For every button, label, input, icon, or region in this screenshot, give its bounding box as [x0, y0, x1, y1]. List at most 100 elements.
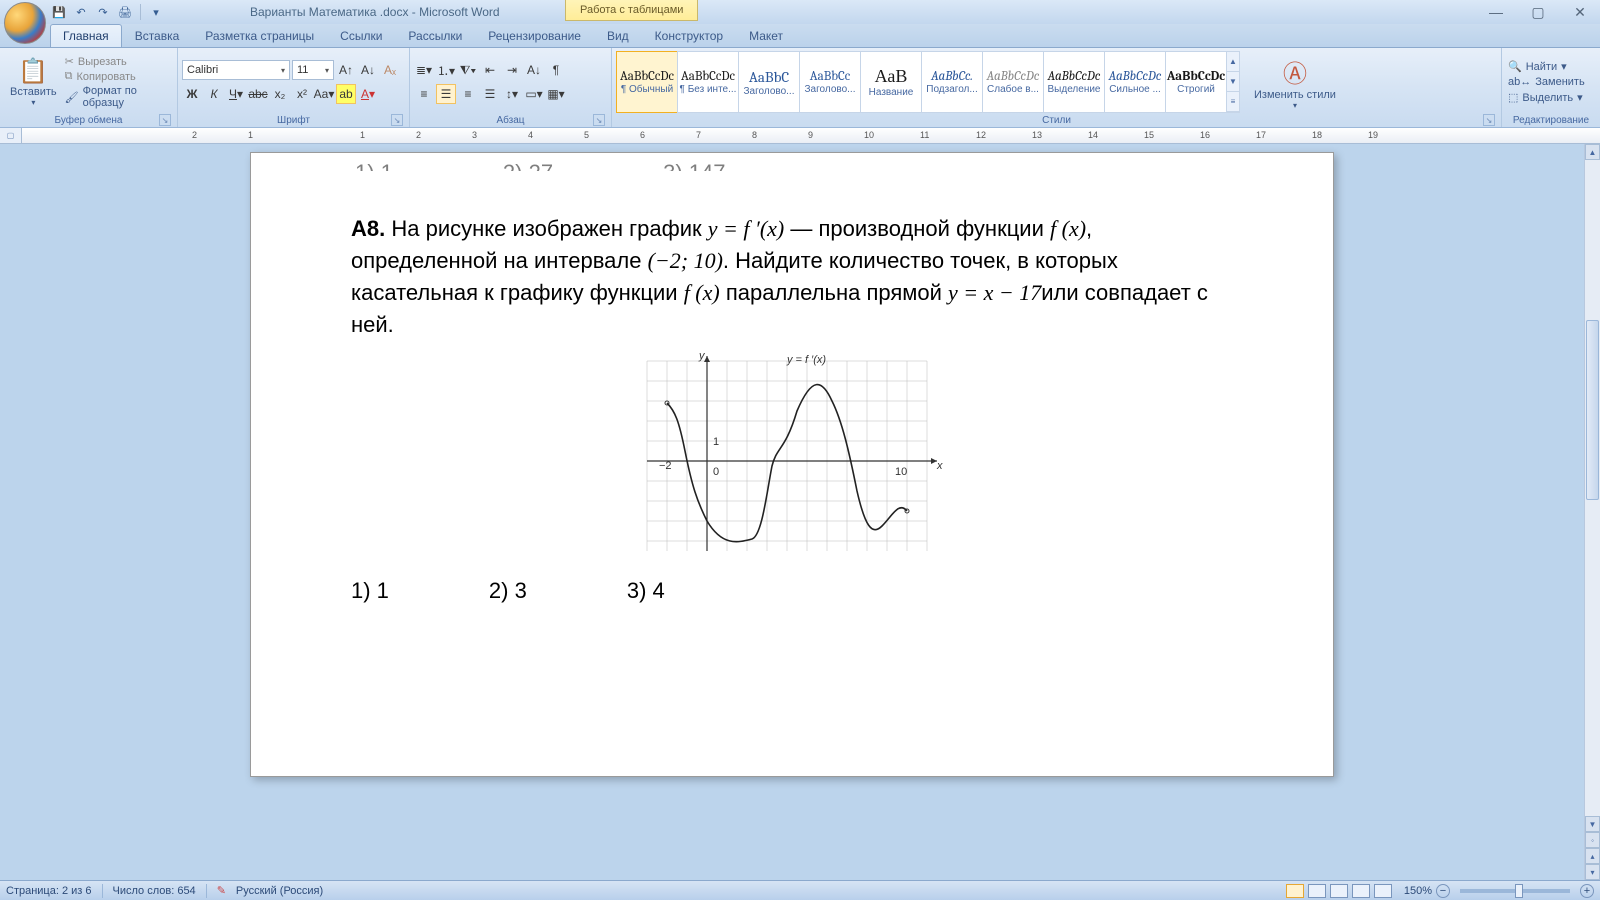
status-page[interactable]: Страница: 2 из 6: [6, 885, 92, 897]
styles-launcher[interactable]: ↘: [1483, 114, 1495, 126]
clear-format-button[interactable]: Aₓ: [380, 60, 400, 80]
tab-insert[interactable]: Вставка: [122, 24, 193, 47]
bullets-button[interactable]: ≣▾: [414, 60, 434, 80]
format-painter-button[interactable]: 🖌Формат по образцу: [65, 85, 173, 109]
style-subtle-emph[interactable]: AaBbCcDcСлабое в...: [982, 51, 1044, 113]
grow-font-button[interactable]: A↑: [336, 60, 356, 80]
styles-down-button[interactable]: ▼: [1227, 72, 1239, 92]
style-title[interactable]: АаВНазвание: [860, 51, 922, 113]
zoom-value[interactable]: 150%: [1404, 885, 1432, 897]
change-case-button[interactable]: Aa▾: [314, 84, 334, 104]
borders-button[interactable]: ▦▾: [546, 84, 566, 104]
minimize-button[interactable]: —: [1482, 4, 1510, 20]
font-launcher[interactable]: ↘: [391, 114, 403, 126]
ruler-corner[interactable]: ▢: [0, 128, 22, 143]
shrink-font-button[interactable]: A↓: [358, 60, 378, 80]
style-no-spacing[interactable]: AaBbCcDc¶ Без инте...: [677, 51, 739, 113]
italic-button[interactable]: К: [204, 84, 224, 104]
office-button[interactable]: [4, 2, 46, 44]
clipboard-launcher[interactable]: ↘: [159, 114, 171, 126]
undo-icon[interactable]: ↶: [72, 3, 90, 21]
save-icon[interactable]: 💾: [50, 3, 68, 21]
status-word-count[interactable]: Число слов: 654: [113, 885, 196, 897]
page: 1) 1 2) 27 3) 147 А8. На рисунке изображ…: [250, 152, 1334, 777]
tab-review[interactable]: Рецензирование: [475, 24, 594, 47]
tab-mailings[interactable]: Рассылки: [395, 24, 475, 47]
style-normal[interactable]: AaBbCcDc¶ Обычный: [616, 51, 678, 113]
tab-references[interactable]: Ссылки: [327, 24, 395, 47]
shading-button[interactable]: ▭▾: [524, 84, 544, 104]
scroll-up-button[interactable]: ▲: [1585, 144, 1600, 160]
view-full-reading[interactable]: [1308, 884, 1326, 898]
style-subtitle[interactable]: AaBbCc.Подзагол...: [921, 51, 983, 113]
styles-more-button[interactable]: ≡: [1227, 92, 1239, 112]
style-intense-emph[interactable]: AaBbCcDcСильное ...: [1104, 51, 1166, 113]
view-outline[interactable]: [1352, 884, 1370, 898]
strike-button[interactable]: abc: [248, 84, 268, 104]
zoom-slider[interactable]: [1460, 889, 1570, 893]
replace-button[interactable]: ab↔Заменить: [1506, 75, 1587, 89]
group-label-editing: Редактирование: [1506, 114, 1596, 127]
copy-button[interactable]: ⧉Копировать: [65, 70, 173, 83]
window-title: Варианты Математика .docx - Microsoft Wo…: [250, 5, 500, 19]
zoom-thumb[interactable]: [1515, 884, 1523, 898]
scroll-thumb[interactable]: [1586, 320, 1599, 500]
style-heading2[interactable]: AaBbCcЗаголово...: [799, 51, 861, 113]
cut-button[interactable]: ✂Вырезать: [65, 55, 173, 68]
highlight-button[interactable]: ab: [336, 84, 356, 104]
tab-page-layout[interactable]: Разметка страницы: [192, 24, 327, 47]
close-button[interactable]: ✕: [1566, 4, 1594, 20]
style-heading1[interactable]: AaBbCЗаголово...: [738, 51, 800, 113]
redo-icon[interactable]: ↷: [94, 3, 112, 21]
browse-object-button[interactable]: ◦: [1585, 832, 1600, 848]
next-page-button[interactable]: ▾: [1585, 864, 1600, 880]
align-center-button[interactable]: ☰: [436, 84, 456, 104]
multilevel-button[interactable]: ⧨▾: [458, 60, 478, 80]
brush-icon: 🖌: [65, 91, 79, 104]
horizontal-ruler[interactable]: 2112345678910111213141516171819: [22, 128, 1600, 143]
tab-home[interactable]: Главная: [50, 24, 122, 47]
maximize-button[interactable]: ▢: [1524, 4, 1552, 20]
page-content[interactable]: 1) 1 2) 27 3) 147 А8. На рисунке изображ…: [351, 153, 1233, 776]
select-button[interactable]: ⬚Выделить▾: [1506, 90, 1587, 105]
show-marks-button[interactable]: ¶: [546, 60, 566, 80]
indent-button[interactable]: ⇥: [502, 60, 522, 80]
line-spacing-button[interactable]: ↕▾: [502, 84, 522, 104]
paragraph-launcher[interactable]: ↘: [593, 114, 605, 126]
bold-button[interactable]: Ж: [182, 84, 202, 104]
zoom-out-button[interactable]: −: [1436, 884, 1450, 898]
view-draft[interactable]: [1374, 884, 1392, 898]
task-number: А8.: [351, 216, 385, 241]
superscript-button[interactable]: x²: [292, 84, 312, 104]
font-color-button[interactable]: A▾: [358, 84, 378, 104]
qat-more-icon[interactable]: ▾: [147, 3, 165, 21]
tab-layout[interactable]: Макет: [736, 24, 796, 47]
view-web-layout[interactable]: [1330, 884, 1348, 898]
subscript-button[interactable]: x₂: [270, 84, 290, 104]
zoom-in-button[interactable]: +: [1580, 884, 1594, 898]
status-language[interactable]: Русский (Россия): [236, 885, 323, 897]
scroll-track[interactable]: [1585, 160, 1600, 816]
align-left-button[interactable]: ≡: [414, 84, 434, 104]
prev-page-button[interactable]: ▴: [1585, 848, 1600, 864]
tab-design[interactable]: Конструктор: [642, 24, 736, 47]
sort-button[interactable]: A↓: [524, 60, 544, 80]
tab-view[interactable]: Вид: [594, 24, 642, 47]
find-button[interactable]: 🔍Найти▾: [1506, 59, 1587, 74]
view-print-layout[interactable]: [1286, 884, 1304, 898]
proofing-icon[interactable]: ✎: [217, 884, 226, 897]
scroll-down-button[interactable]: ▼: [1585, 816, 1600, 832]
align-right-button[interactable]: ≡: [458, 84, 478, 104]
numbering-button[interactable]: ⒈▾: [436, 60, 456, 80]
styles-up-button[interactable]: ▲: [1227, 52, 1239, 72]
paste-button[interactable]: 📋 Вставить ▾: [4, 55, 63, 109]
font-name-combo[interactable]: Calibri▾: [182, 60, 290, 80]
quickprint-icon[interactable]: 🖨: [116, 3, 134, 21]
font-size-combo[interactable]: 11▾: [292, 60, 334, 80]
change-styles-button[interactable]: Ⓐ Изменить стили ▾: [1248, 52, 1342, 112]
style-strong[interactable]: AaBbCcDcСтрогий: [1165, 51, 1227, 113]
justify-button[interactable]: ☰: [480, 84, 500, 104]
style-emphasis[interactable]: AaBbCcDcВыделение: [1043, 51, 1105, 113]
dedent-button[interactable]: ⇤: [480, 60, 500, 80]
underline-button[interactable]: Ч▾: [226, 84, 246, 104]
